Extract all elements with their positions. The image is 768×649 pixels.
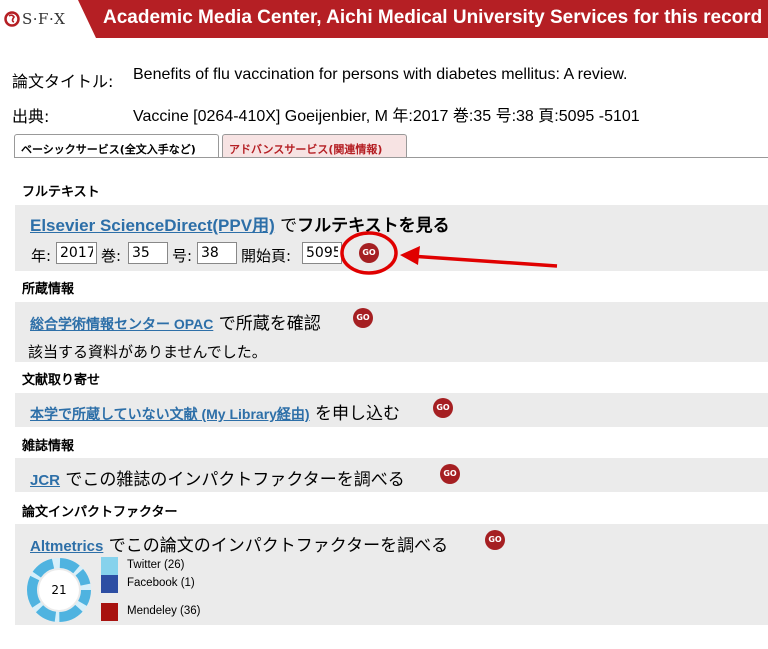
year-label: 年:: [31, 247, 52, 265]
volume-field[interactable]: [128, 242, 168, 264]
twitter-legend: Twitter (26): [127, 559, 185, 571]
docdelivery-suffix: を申し込む: [309, 404, 400, 424]
journal-go-button[interactable]: GO: [440, 464, 460, 484]
title-label: 論文タイトル:: [12, 72, 114, 91]
jcr-link[interactable]: JCR: [30, 472, 60, 489]
year-field[interactable]: [56, 242, 97, 264]
sciencedirect-link[interactable]: Elsevier ScienceDirect(PPV用): [30, 216, 275, 235]
tab-divider: [14, 157, 768, 158]
mylibrary-link[interactable]: 本学で所蔵していない文献 (My Library経由): [30, 406, 310, 422]
title-value: Benefits of flu vaccination for persons …: [133, 66, 628, 83]
issue-label: 号:: [172, 247, 193, 265]
holdings-suffix: で所蔵を確認: [213, 314, 321, 334]
tab-basic-services[interactable]: ベーシックサービス(全文入手など): [14, 134, 219, 158]
mendeley-swatch: [101, 603, 118, 621]
opac-link[interactable]: 総合学術情報センター OPAC: [30, 316, 213, 332]
holdings-go-button[interactable]: GO: [353, 308, 373, 328]
article-impact-row: Altmetrics でこの論文のインパクトファクターを調べる: [30, 531, 448, 556]
journal-row: JCR でこの雑誌のインパクトファクターを調べる: [30, 465, 405, 490]
journal-heading: 雑誌情報: [22, 439, 75, 454]
docdelivery-go-button[interactable]: GO: [433, 398, 453, 418]
page-label: 開始頁:: [241, 247, 292, 265]
header-bar: S·F·X Academic Media Center, Aichi Medic…: [0, 0, 768, 38]
holdings-row: 総合学術情報センター OPAC で所蔵を確認: [30, 309, 321, 334]
source-value: Vaccine [0264-410X] Goeijenbier, M 年:201…: [133, 108, 640, 125]
docdelivery-row: 本学で所蔵していない文献 (My Library経由) を申し込む: [30, 399, 400, 424]
holdings-message: 該当する資料がありませんでした。: [28, 343, 267, 361]
issue-field[interactable]: [197, 242, 237, 264]
holdings-heading: 所蔵情報: [22, 282, 75, 297]
annotation-arrow: [340, 231, 558, 275]
fulltext-suffix-a: で: [274, 216, 298, 236]
article-impact-suffix: でこの論文のインパクトファクターを調べる: [103, 536, 449, 556]
start-page-field[interactable]: [302, 242, 342, 264]
logo-text: S·F·X: [22, 10, 66, 28]
twitter-swatch: [101, 557, 118, 575]
article-impact-heading: 論文インパクトファクター: [22, 505, 178, 520]
source-label: 出典:: [12, 107, 50, 126]
mendeley-legend: Mendeley (36): [127, 605, 201, 617]
journal-suffix: でこの雑誌のインパクトファクターを調べる: [60, 470, 405, 490]
docdelivery-heading: 文献取り寄せ: [22, 373, 101, 388]
tab-advanced-services[interactable]: アドバンスサービス(関連情報): [222, 134, 407, 158]
altmetric-score: 21: [51, 583, 66, 597]
facebook-swatch: [101, 575, 118, 593]
article-impact-go-button[interactable]: GO: [485, 530, 505, 550]
altmetric-donut[interactable]: 21: [26, 557, 92, 623]
header-title: Academic Media Center, Aichi Medical Uni…: [103, 7, 763, 28]
volume-label: 巻:: [101, 247, 122, 265]
facebook-legend: Facebook (1): [127, 577, 195, 589]
sfx-logo: S·F·X: [0, 0, 96, 38]
altmetrics-link[interactable]: Altmetrics: [30, 538, 103, 555]
fulltext-heading: フルテキスト: [22, 185, 100, 200]
